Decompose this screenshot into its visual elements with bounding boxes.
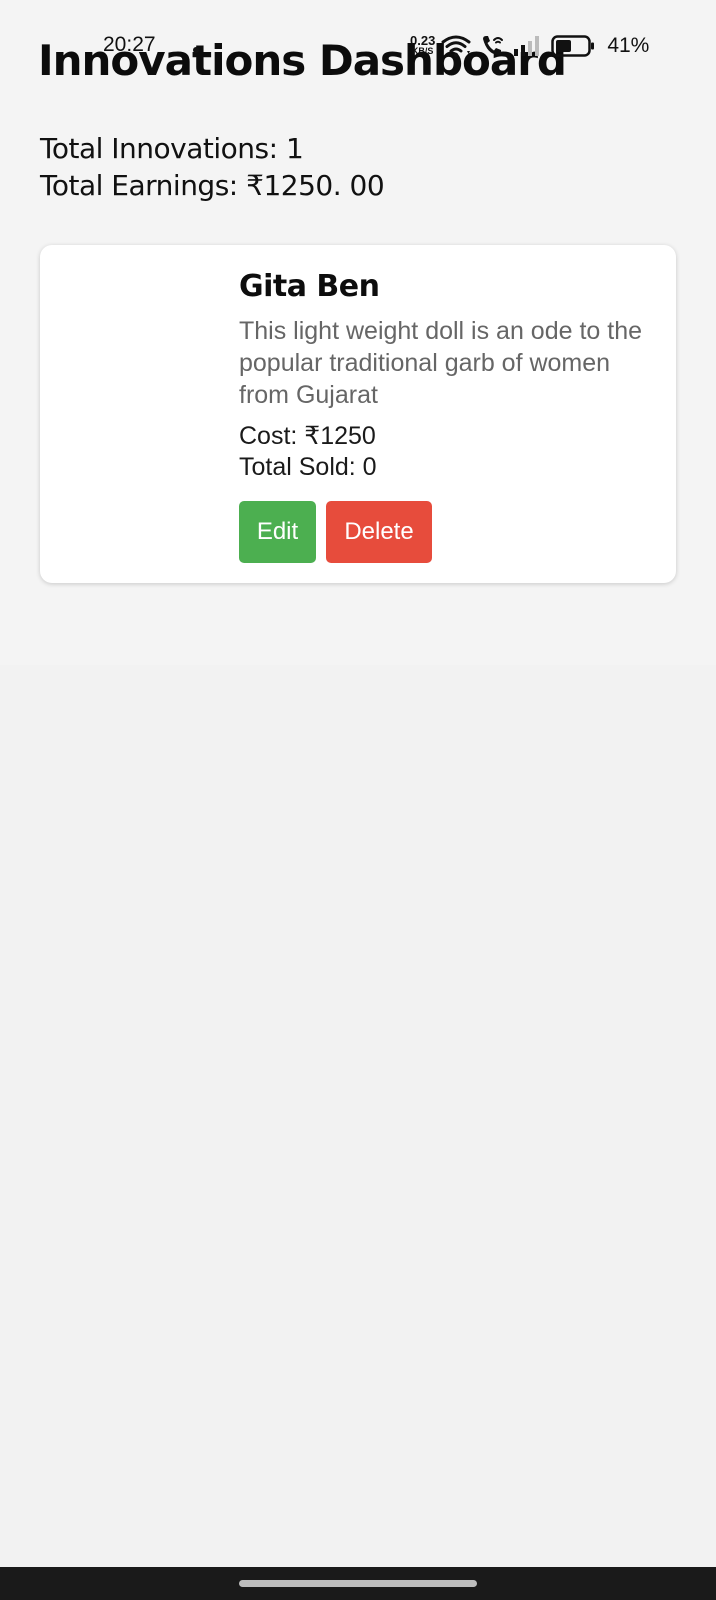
innovation-details: Gita Ben This light weight doll is an od… [239,267,649,563]
innovation-total-sold: Total Sold: 0 [239,453,377,481]
battery-icon [551,34,595,58]
innovation-name: Gita Ben [239,269,380,304]
innovation-card: Gita Ben This light weight doll is an od… [40,245,676,583]
signal-icon [513,34,543,58]
notification-dot-icon [193,47,199,53]
innovation-image [56,261,226,567]
innovation-cost: Cost: ₹1250 [239,422,376,450]
wifi-calling-icon [479,33,505,59]
wifi-icon [441,34,471,58]
card-actions: Edit Delete [239,501,649,563]
home-gesture-handle[interactable] [239,1580,477,1587]
edit-button[interactable]: Edit [239,501,316,563]
total-earnings: Total Earnings: ₹1250. 00 [40,169,385,202]
status-time: 20:27 [103,33,156,56]
system-navigation-bar [0,1567,716,1600]
delete-button[interactable]: Delete [326,501,432,563]
battery-percent: 41% [607,34,650,57]
total-innovations: Total Innovations: 1 [40,132,304,165]
dashboard-summary: Total Innovations: 1 Total Earnings: ₹12… [40,130,385,204]
network-speed: 0.23 KB/S [410,33,436,56]
innovation-description: This light weight doll is an ode to the … [239,317,643,409]
network-speed-value: 0.23 [410,33,436,48]
status-icons: 0.23 KB/S 41% [410,30,649,62]
network-speed-unit: KB/S [411,46,434,56]
